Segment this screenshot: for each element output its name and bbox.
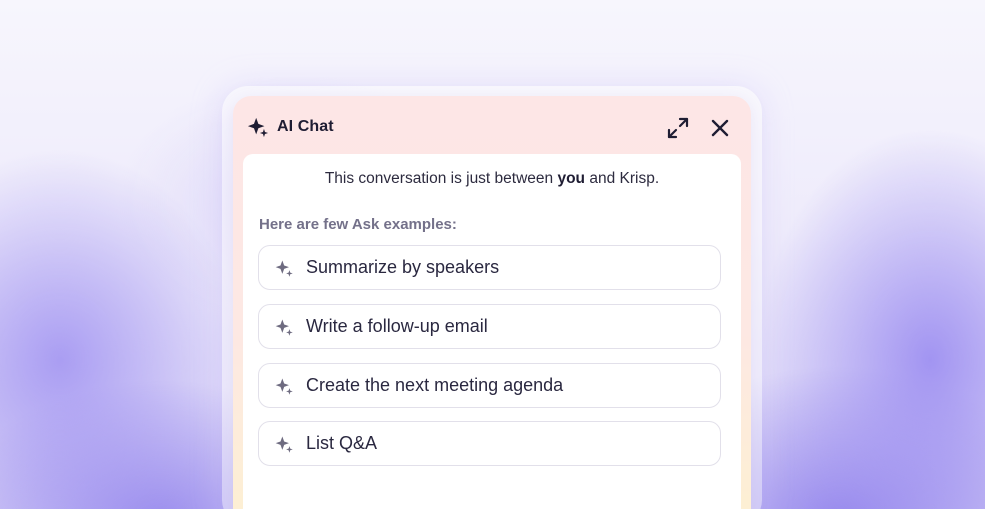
example-create-meeting-agenda[interactable]: Create the next meeting agenda [258,363,721,408]
example-label: Create the next meeting agenda [306,375,564,395]
sparkle-icon [275,319,293,336]
example-list-qa[interactable]: List Q&A [258,421,721,466]
sparkle-icon [275,378,293,395]
close-icon[interactable] [708,116,732,140]
notice-text-after: and Krisp. [585,170,660,187]
privacy-notice: This conversation is just between you an… [243,170,741,188]
ai-chat-panel: AI Chat This conversation is just betwee… [233,96,751,509]
examples-heading: Here are few Ask examples: [259,216,457,233]
panel-title: AI Chat [277,118,334,135]
sparkle-icon [275,436,293,453]
example-label: Write a follow-up email [306,316,488,336]
sparkle-icon [247,117,269,138]
example-label: List Q&A [306,433,378,453]
expand-icon[interactable] [666,116,690,140]
example-write-follow-up-email[interactable]: Write a follow-up email [258,304,721,349]
example-label: Summarize by speakers [306,257,500,277]
sparkle-icon [275,260,293,277]
example-summarize-by-speakers[interactable]: Summarize by speakers [258,245,721,290]
panel-header: AI Chat [233,96,751,154]
notice-emphasis: you [557,170,586,187]
notice-text-before: This conversation is just between [324,170,558,187]
chat-body: This conversation is just between you an… [243,154,741,509]
